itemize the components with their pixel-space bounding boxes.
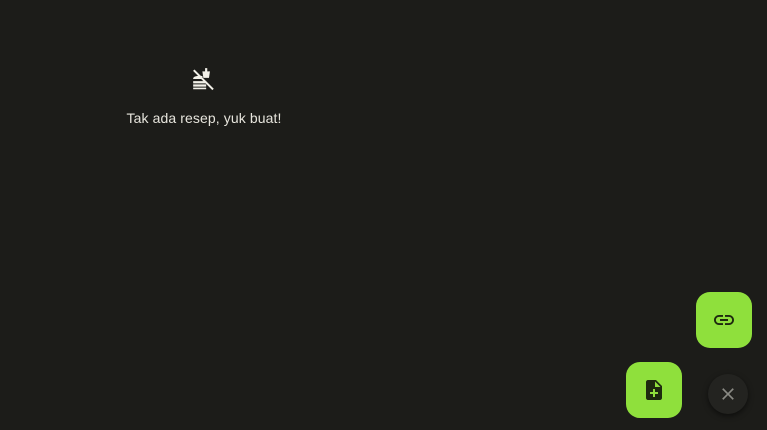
link-icon	[712, 308, 736, 332]
app-root: Tak ada resep, yuk buat!	[0, 0, 767, 430]
empty-state: Tak ada resep, yuk buat!	[104, 66, 304, 126]
new-document-icon	[642, 378, 666, 402]
close-icon	[718, 384, 738, 404]
empty-state-message: Tak ada resep, yuk buat!	[126, 110, 282, 126]
new-recipe-button[interactable]	[626, 362, 682, 418]
no-food-icon	[191, 66, 217, 92]
link-button[interactable]	[696, 292, 752, 348]
close-button[interactable]	[708, 374, 748, 414]
